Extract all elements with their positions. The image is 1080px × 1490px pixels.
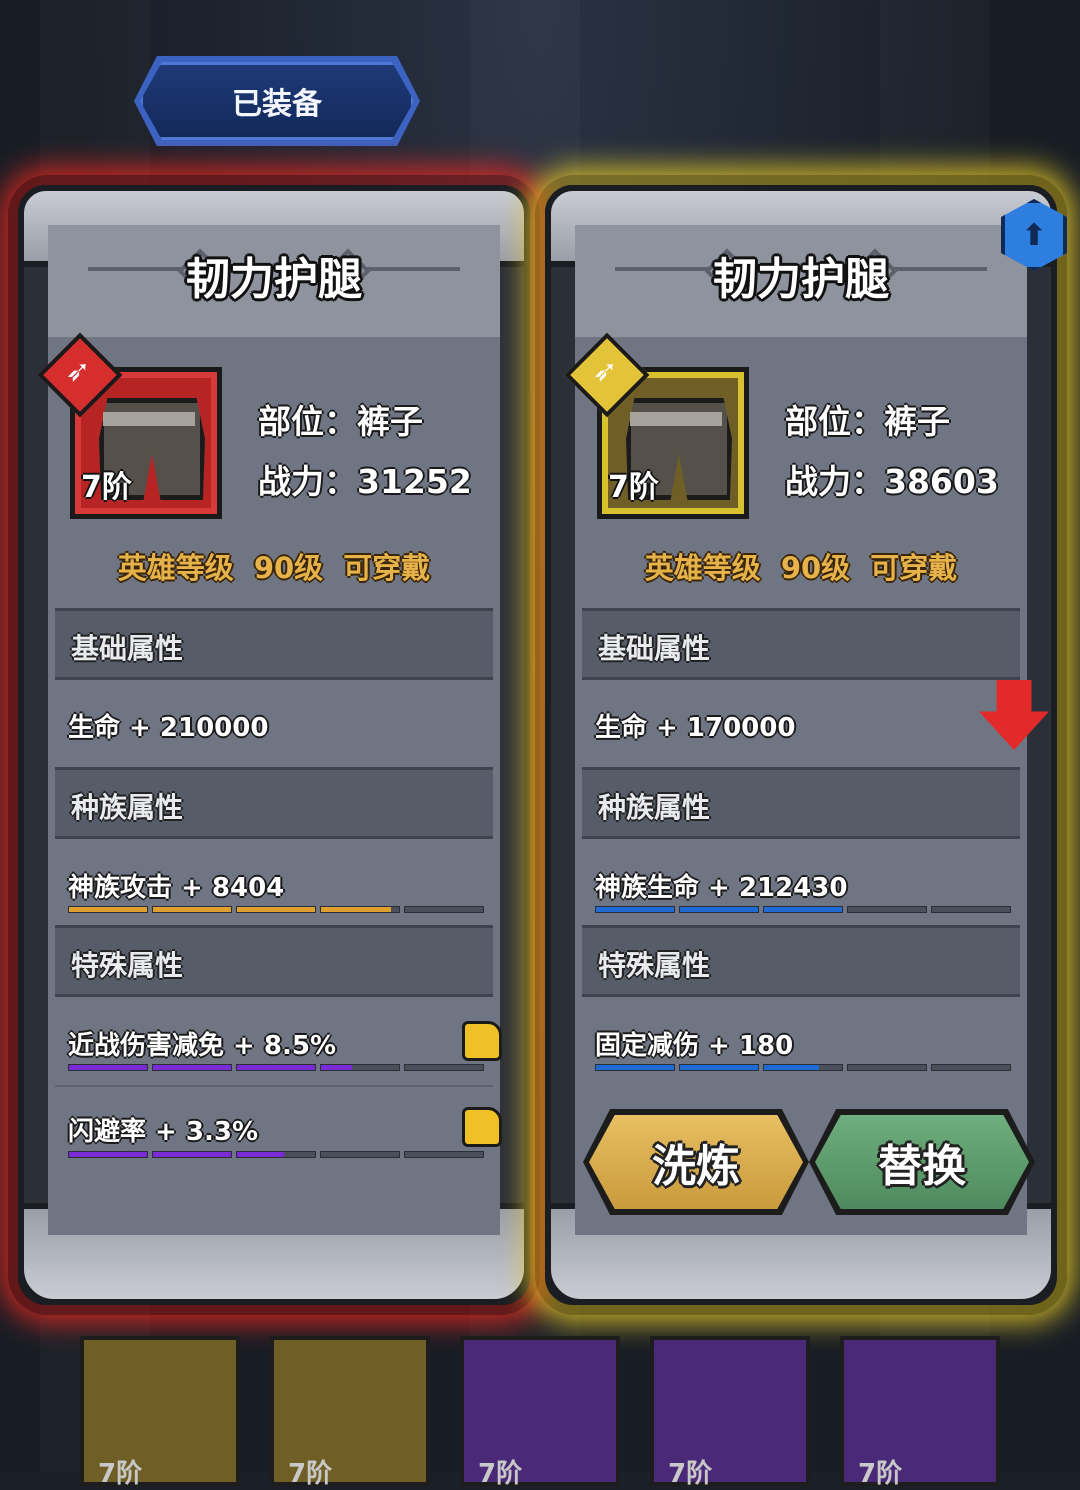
- section-base-attributes: 基础属性: [582, 608, 1020, 680]
- inventory-slot[interactable]: 7阶: [80, 1336, 240, 1489]
- special-stat-bar: [595, 1064, 1011, 1071]
- bar-segment: [404, 906, 484, 913]
- item-tier: 7阶: [81, 470, 132, 505]
- bar-fill: [153, 1065, 231, 1070]
- item-tier: 7阶: [608, 470, 659, 505]
- thumbs-up-icon: [462, 1021, 502, 1061]
- section-base-attributes: 基础属性: [55, 608, 493, 680]
- section-special-attributes: 特殊属性: [582, 925, 1020, 997]
- inventory-slot[interactable]: 7阶: [460, 1336, 620, 1489]
- special-stat-bar: [68, 1064, 484, 1071]
- bar-segment: [320, 1151, 400, 1158]
- bar-segment: [847, 1064, 927, 1071]
- bar-fill: [69, 907, 147, 912]
- bar-fill: [321, 907, 392, 912]
- bar-fill: [237, 1065, 315, 1070]
- bar-fill: [237, 1152, 284, 1157]
- bar-fill: [764, 907, 842, 912]
- bar-segment: [847, 906, 927, 913]
- bar-segment: [152, 906, 232, 913]
- bar-fill: [596, 907, 674, 912]
- bar-segment: [679, 1064, 759, 1071]
- requirement-line: 英雄等级 90级 可穿戴: [644, 551, 958, 585]
- special-stat: 闪避率 + 3.3%: [68, 1117, 258, 1147]
- bar-segment: [152, 1064, 232, 1071]
- bar-fill: [237, 907, 315, 912]
- section-race-attributes: 种族属性: [55, 767, 493, 839]
- row-divider: [55, 1085, 493, 1087]
- replace-button[interactable]: 替换: [815, 1115, 1029, 1209]
- inventory-slot[interactable]: 7阶: [650, 1336, 810, 1489]
- bar-segment: [679, 906, 759, 913]
- bar-segment: [931, 906, 1011, 913]
- race-stat-bar: [68, 906, 484, 913]
- refine-button[interactable]: 洗炼: [589, 1115, 803, 1209]
- bar-fill: [680, 907, 758, 912]
- compare-item-card: 韧力护腿 ⬆ 7阶 ➶ 部位：裤子 战力：38603 英雄等级 90级 可穿戴 …: [535, 175, 1067, 1315]
- bar-segment: [763, 906, 843, 913]
- race-stat: 神族生命 + 212430: [595, 873, 848, 903]
- power-line: 战力：31252: [258, 462, 472, 501]
- bar-segment: [152, 1151, 232, 1158]
- race-stat: 神族攻击 + 8404: [68, 873, 285, 903]
- requirement-line: 英雄等级 90级 可穿戴: [117, 551, 431, 585]
- bar-segment: [236, 906, 316, 913]
- inventory-slot[interactable]: 7阶: [840, 1336, 1000, 1489]
- section-title: 基础属性: [598, 632, 711, 665]
- special-stat: 固定减伤 + 180: [595, 1031, 794, 1061]
- inventory-slot[interactable]: 7阶: [270, 1336, 430, 1489]
- bar-fill: [69, 1065, 147, 1070]
- bar-fill: [596, 1065, 674, 1070]
- bar-fill: [153, 907, 231, 912]
- bar-fill: [680, 1065, 758, 1070]
- bar-fill: [153, 1152, 231, 1157]
- bar-segment: [595, 906, 675, 913]
- bar-segment: [404, 1151, 484, 1158]
- bar-fill: [69, 1152, 147, 1157]
- bar-segment: [595, 1064, 675, 1071]
- bar-segment: [68, 1064, 148, 1071]
- item-name: 韧力护腿: [186, 254, 362, 305]
- section-race-attributes: 种族属性: [582, 767, 1020, 839]
- bar-segment: [236, 1064, 316, 1071]
- pants-band: [103, 412, 195, 426]
- base-stat: 生命 + 170000: [595, 713, 796, 743]
- slot-line: 部位：裤子: [785, 402, 950, 441]
- section-title: 基础属性: [71, 632, 184, 665]
- bar-segment: [320, 906, 400, 913]
- power-line: 战力：38603: [785, 462, 999, 501]
- section-title: 种族属性: [598, 791, 711, 824]
- race-stat-bar: [595, 906, 1011, 913]
- slot-line: 部位：裤子: [258, 402, 423, 441]
- bar-fill: [321, 1065, 353, 1070]
- bar-segment: [68, 906, 148, 913]
- wing-icon: ➶: [65, 353, 91, 389]
- base-stat: 生命 + 210000: [68, 713, 269, 743]
- bar-segment: [931, 1064, 1011, 1071]
- bar-fill: [764, 1065, 819, 1070]
- pants-band: [630, 412, 722, 426]
- special-stat: 近战伤害减免 + 8.5%: [68, 1031, 336, 1061]
- equipped-banner: 已装备: [140, 62, 414, 140]
- bar-segment: [763, 1064, 843, 1071]
- equipped-item-card: 韧力护腿 7阶 ➶ 部位：裤子 战力：31252 英雄等级 90级 可穿戴 基础…: [8, 175, 540, 1315]
- bar-segment: [236, 1151, 316, 1158]
- special-stat-bar: [68, 1151, 484, 1158]
- section-title: 种族属性: [71, 791, 184, 824]
- thumbs-up-icon: [462, 1107, 502, 1147]
- wing-icon: ➶: [592, 353, 618, 389]
- section-special-attributes: 特殊属性: [55, 925, 493, 997]
- bar-segment: [320, 1064, 400, 1071]
- item-name: 韧力护腿: [713, 254, 889, 305]
- bar-segment: [68, 1151, 148, 1158]
- section-title: 特殊属性: [71, 949, 184, 982]
- bar-segment: [404, 1064, 484, 1071]
- section-title: 特殊属性: [598, 949, 711, 982]
